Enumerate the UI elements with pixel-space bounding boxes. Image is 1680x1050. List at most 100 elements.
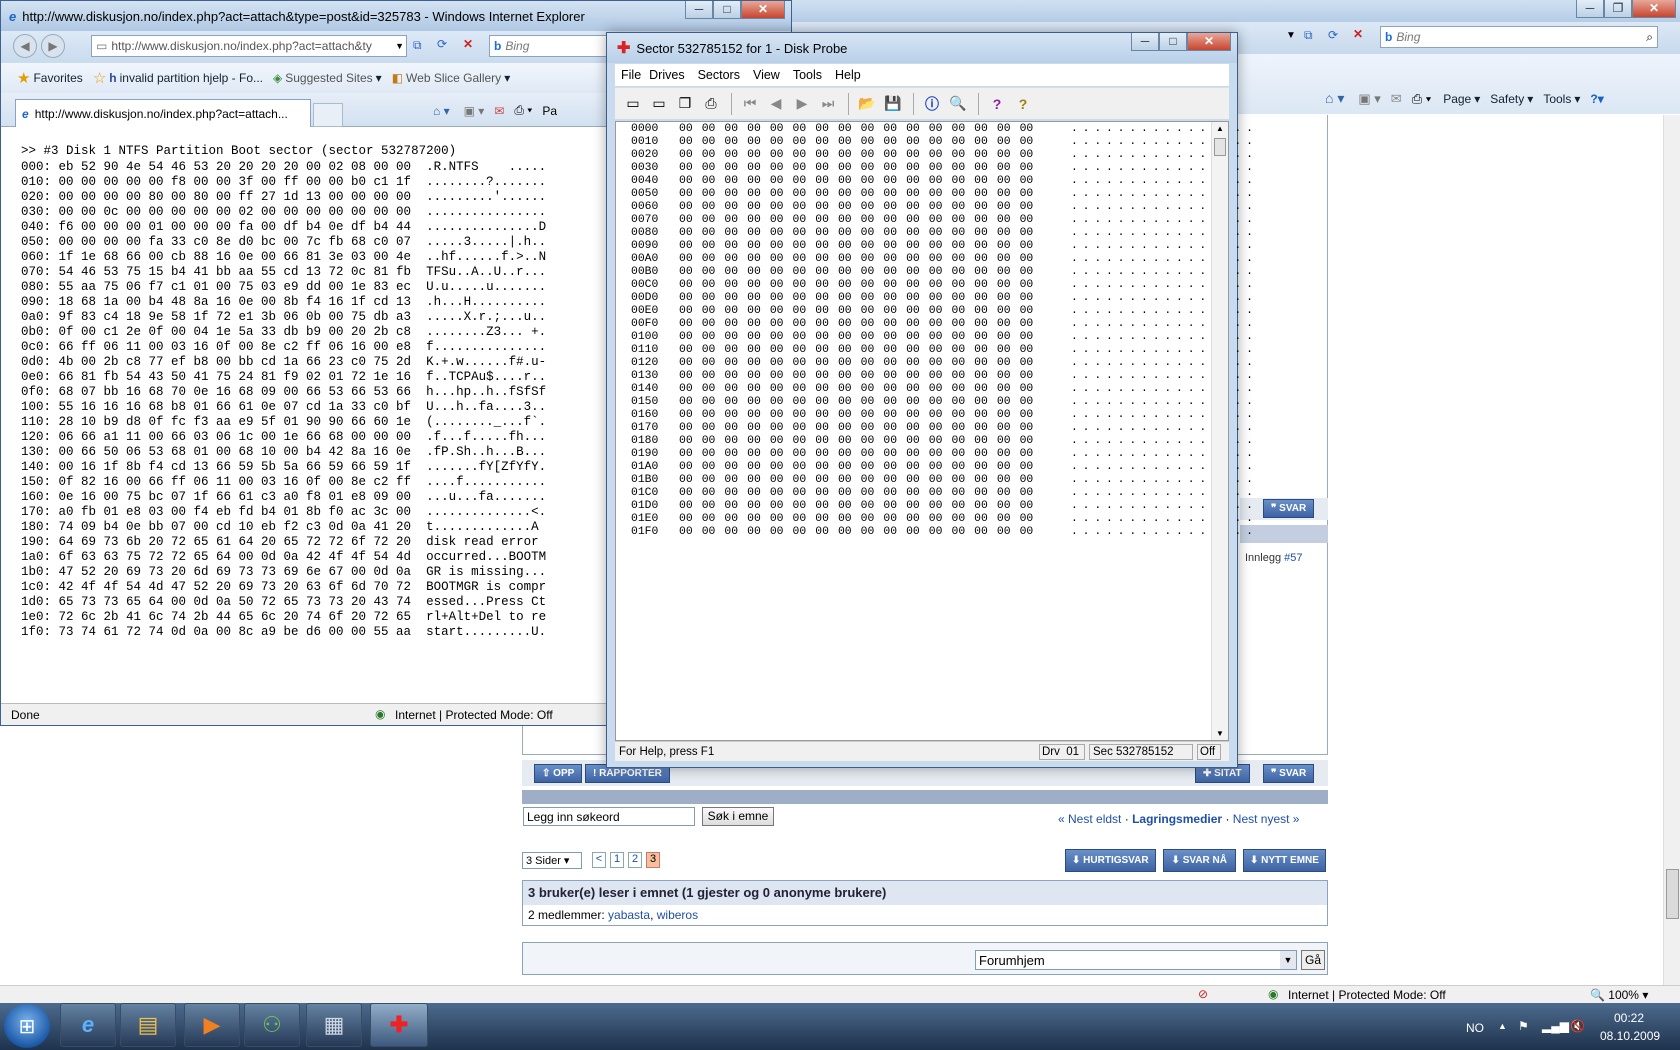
mail-icon[interactable]: ✉: [494, 104, 504, 118]
address-text[interactable]: http://www.diskusjon.no/index.php?act=at…: [111, 39, 372, 53]
next-sector-icon[interactable]: ▶: [790, 92, 814, 116]
taskbar-messenger[interactable]: ⚇: [244, 1003, 300, 1047]
sector-row-bytes[interactable]: 00 00 00 00 00 00 00 00 00 00 00 00 00 0…: [679, 344, 1071, 357]
member-link[interactable]: wiberos: [657, 908, 698, 922]
sector-row-bytes[interactable]: 00 00 00 00 00 00 00 00 00 00 00 00 00 0…: [679, 409, 1071, 422]
read-sector-icon[interactable]: ▭: [621, 92, 645, 116]
open-folder-icon[interactable]: 📂: [855, 92, 879, 116]
save-icon[interactable]: 💾: [881, 92, 905, 116]
volume-muted-icon[interactable]: 🔇: [1570, 1019, 1585, 1033]
tools-menu[interactable]: Tools ▾: [1543, 92, 1580, 106]
sector-row-bytes[interactable]: 00 00 00 00 00 00 00 00 00 00 00 00 00 0…: [679, 240, 1071, 253]
clock-time[interactable]: 00:22: [1614, 1011, 1644, 1025]
sector-scrollbar[interactable]: ▲ ▼: [1211, 122, 1228, 740]
fav-item[interactable]: ◈ Suggested Sites ▾: [273, 71, 382, 85]
next-topic-link[interactable]: Nest nyest »: [1233, 812, 1300, 826]
new-topic-button[interactable]: ⬇ NYTT EMNE: [1242, 849, 1326, 872]
menu-drives[interactable]: Drives: [649, 68, 684, 82]
page-prev[interactable]: <: [592, 852, 606, 868]
ie-maximize-button[interactable]: □: [713, 1, 741, 19]
reply-now-button[interactable]: ⬇ SVAR NÅ: [1162, 849, 1236, 872]
back-button[interactable]: ◀: [13, 34, 37, 58]
write-sector-icon[interactable]: ▭: [647, 92, 671, 116]
bg-minimize-button[interactable]: ─: [1576, 0, 1604, 18]
menu-view[interactable]: View: [753, 68, 780, 82]
probe-minimize-button[interactable]: ─: [1131, 33, 1159, 51]
start-button[interactable]: ⊞: [4, 1004, 50, 1048]
copy-icon[interactable]: ❐: [673, 92, 697, 116]
forum-jump-select[interactable]: Forumhjem ▼: [975, 950, 1297, 970]
sector-row-bytes[interactable]: 00 00 00 00 00 00 00 00 00 00 00 00 00 0…: [679, 396, 1071, 409]
sector-row-bytes[interactable]: 00 00 00 00 00 00 00 00 00 00 00 00 00 0…: [679, 214, 1071, 227]
forward-button[interactable]: ▶: [41, 34, 65, 58]
sector-row-bytes[interactable]: 00 00 00 00 00 00 00 00 00 00 00 00 00 0…: [679, 370, 1071, 383]
chevron-down-icon[interactable]: ▼: [1280, 951, 1296, 969]
network-error-icon[interactable]: ⚑: [1518, 1019, 1529, 1033]
show-hidden-icon[interactable]: ▲: [1498, 1021, 1507, 1031]
quick-reply-button[interactable]: ⬇ HURTIGSVAR: [1065, 849, 1156, 872]
scroll-down-icon[interactable]: ▼: [1216, 729, 1224, 738]
sector-row-bytes[interactable]: 00 00 00 00 00 00 00 00 00 00 00 00 00 0…: [679, 279, 1071, 292]
bg-address-dropdown-icon[interactable]: ▼: [1286, 30, 1296, 41]
sector-row-bytes[interactable]: 00 00 00 00 00 00 00 00 00 00 00 00 00 0…: [679, 305, 1071, 318]
taskbar-explorer[interactable]: ▤: [120, 1003, 176, 1047]
sector-row-bytes[interactable]: 00 00 00 00 00 00 00 00 00 00 00 00 00 0…: [679, 149, 1071, 162]
reply-button-top[interactable]: ❞ SVAR: [1263, 499, 1315, 518]
sector-row-bytes[interactable]: 00 00 00 00 00 00 00 00 00 00 00 00 00 0…: [679, 435, 1071, 448]
sector-row-bytes[interactable]: 00 00 00 00 00 00 00 00 00 00 00 00 00 0…: [679, 500, 1071, 513]
help-icon[interactable]: ?: [985, 92, 1009, 116]
pages-select[interactable]: 3 Sider ▾: [522, 852, 582, 869]
print-icon[interactable]: ⎙ ▾: [1412, 91, 1431, 107]
sector-row-bytes[interactable]: 00 00 00 00 00 00 00 00 00 00 00 00 00 0…: [679, 123, 1071, 136]
to-top-button[interactable]: ⇧ OPP: [534, 764, 583, 783]
fav-item[interactable]: ☆ h invalid partition hjelp - Fo...: [93, 69, 263, 87]
print-icon[interactable]: ⎙: [699, 92, 723, 116]
bg-scrollbar-thumb[interactable]: [1666, 869, 1679, 919]
bg-refresh-icon[interactable]: ⟳: [1328, 28, 1338, 42]
stop-icon[interactable]: ✕: [463, 37, 473, 51]
taskbar-control[interactable]: ▦: [306, 1003, 362, 1047]
bg-scrollbar[interactable]: [1663, 115, 1680, 985]
sector-row-bytes[interactable]: 00 00 00 00 00 00 00 00 00 00 00 00 00 0…: [679, 318, 1071, 331]
sector-row-bytes[interactable]: 00 00 00 00 00 00 00 00 00 00 00 00 00 0…: [679, 513, 1071, 526]
home-icon[interactable]: ⌂ ▾: [1325, 90, 1344, 107]
feeds-icon[interactable]: ▣ ▾: [1358, 91, 1380, 107]
probe-maximize-button[interactable]: □: [1159, 33, 1187, 51]
sector-row-bytes[interactable]: 00 00 00 00 00 00 00 00 00 00 00 00 00 0…: [679, 474, 1071, 487]
menu-file[interactable]: File: [621, 68, 641, 82]
sector-row-bytes[interactable]: 00 00 00 00 00 00 00 00 00 00 00 00 00 0…: [679, 292, 1071, 305]
sector-row-bytes[interactable]: 00 00 00 00 00 00 00 00 00 00 00 00 00 0…: [679, 487, 1071, 500]
refresh-icon[interactable]: ⟳: [437, 37, 447, 51]
popup-blocked-icon[interactable]: ⊘: [1198, 987, 1208, 1001]
prev-sector-icon[interactable]: ◀: [764, 92, 788, 116]
sector-row-bytes[interactable]: 00 00 00 00 00 00 00 00 00 00 00 00 00 0…: [679, 175, 1071, 188]
ie-search-box[interactable]: b Bing: [489, 35, 609, 57]
sector-row-bytes[interactable]: 00 00 00 00 00 00 00 00 00 00 00 00 00 0…: [679, 201, 1071, 214]
bg-restore-button[interactable]: ❐: [1604, 0, 1632, 18]
menu-help[interactable]: Help: [835, 68, 861, 82]
sector-row-bytes[interactable]: 00 00 00 00 00 00 00 00 00 00 00 00 00 0…: [679, 162, 1071, 175]
first-sector-icon[interactable]: ⏮: [738, 92, 762, 116]
address-bar[interactable]: ▭ http://www.diskusjon.no/index.php?act=…: [91, 35, 407, 57]
print-icon[interactable]: ⎙ ▾: [514, 103, 532, 118]
scroll-up-icon[interactable]: ▲: [1216, 124, 1224, 133]
sector-row-bytes[interactable]: 00 00 00 00 00 00 00 00 00 00 00 00 00 0…: [679, 448, 1071, 461]
tab-active[interactable]: e http://www.diskusjon.no/index.php?act=…: [15, 99, 311, 127]
favorites-button[interactable]: ★ Favorites: [17, 69, 83, 87]
ie-close-button[interactable]: ✕: [741, 1, 785, 19]
bg-compat-icon[interactable]: ⧉: [1304, 28, 1313, 43]
sector-row-bytes[interactable]: 00 00 00 00 00 00 00 00 00 00 00 00 00 0…: [679, 188, 1071, 201]
clock-date[interactable]: 08.10.2009: [1600, 1029, 1660, 1043]
page-menu[interactable]: Page ▾: [1443, 92, 1480, 106]
sector-scrollbar-thumb[interactable]: [1214, 138, 1226, 156]
sector-row-bytes[interactable]: 00 00 00 00 00 00 00 00 00 00 00 00 00 0…: [679, 227, 1071, 240]
member-link[interactable]: yabasta: [608, 908, 650, 922]
sector-row-bytes[interactable]: 00 00 00 00 00 00 00 00 00 00 00 00 00 0…: [679, 331, 1071, 344]
page-1[interactable]: 1: [610, 852, 624, 868]
language-indicator[interactable]: NO: [1466, 1021, 1484, 1035]
bg-stop-icon[interactable]: ✕: [1353, 27, 1363, 41]
sector-row-bytes[interactable]: 00 00 00 00 00 00 00 00 00 00 00 00 00 0…: [679, 253, 1071, 266]
taskbar-disk-probe[interactable]: ✚: [370, 1003, 428, 1047]
address-dropdown-icon[interactable]: ▼: [395, 41, 404, 51]
page-menu-cut[interactable]: Pa: [542, 104, 557, 118]
